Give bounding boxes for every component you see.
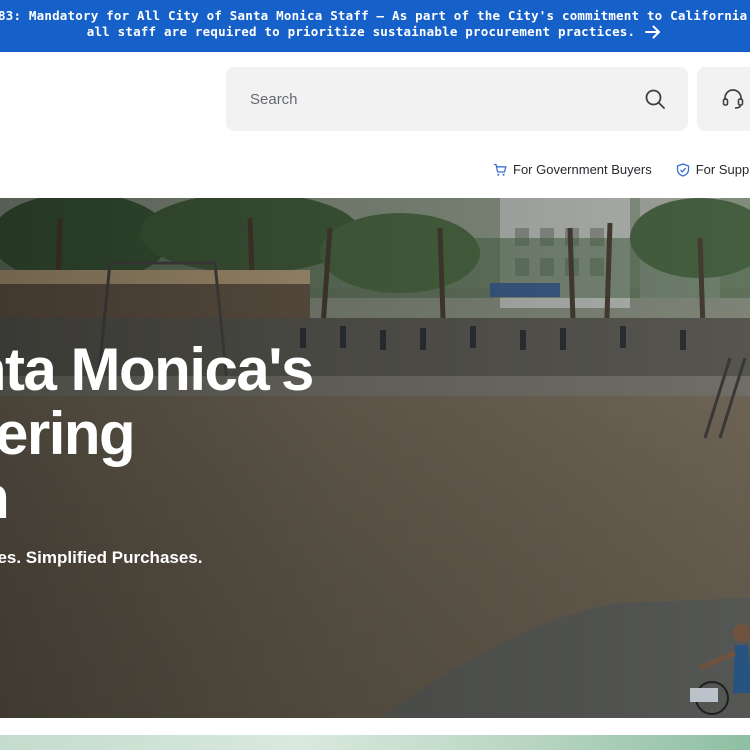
hero-title-line: on	[0, 466, 418, 530]
search-icon[interactable]	[644, 88, 666, 110]
search-bar[interactable]	[226, 67, 688, 131]
nav-government-buyers-label: For Government Buyers	[513, 162, 652, 177]
headset-icon	[721, 87, 745, 111]
support-button[interactable]	[697, 67, 750, 131]
announcement-text-line2: all staff are required to prioritize sus…	[86, 24, 636, 39]
shield-icon	[676, 162, 690, 177]
nav-suppliers[interactable]: For Supp	[676, 162, 749, 177]
audience-nav: For Government Buyers For Supp	[493, 162, 749, 177]
search-input[interactable]	[250, 90, 610, 108]
nav-suppliers-label: For Supp	[695, 162, 750, 177]
next-section-edge	[0, 735, 750, 750]
announcement-text-line2-row: all staff are required to prioritize sus…	[0, 24, 750, 39]
announcement-banner[interactable]: 83: Mandatory for All City of Santa Moni…	[0, 0, 750, 52]
arrow-right-icon[interactable]	[645, 25, 663, 39]
hero-title-line: rdering	[0, 400, 136, 467]
announcement-text-line1: 83: Mandatory for All City of Santa Moni…	[0, 8, 750, 23]
cart-icon	[493, 163, 507, 177]
hero-title-line: anta Monica's	[0, 336, 314, 403]
hero-tagline: ces. Simplified Purchases.	[0, 548, 203, 567]
hero-title: anta Monica's rdering on	[0, 338, 418, 530]
nav-government-buyers[interactable]: For Government Buyers	[493, 162, 652, 177]
hero-banner: anta Monica's rdering on ces. Simplified…	[0, 198, 750, 718]
